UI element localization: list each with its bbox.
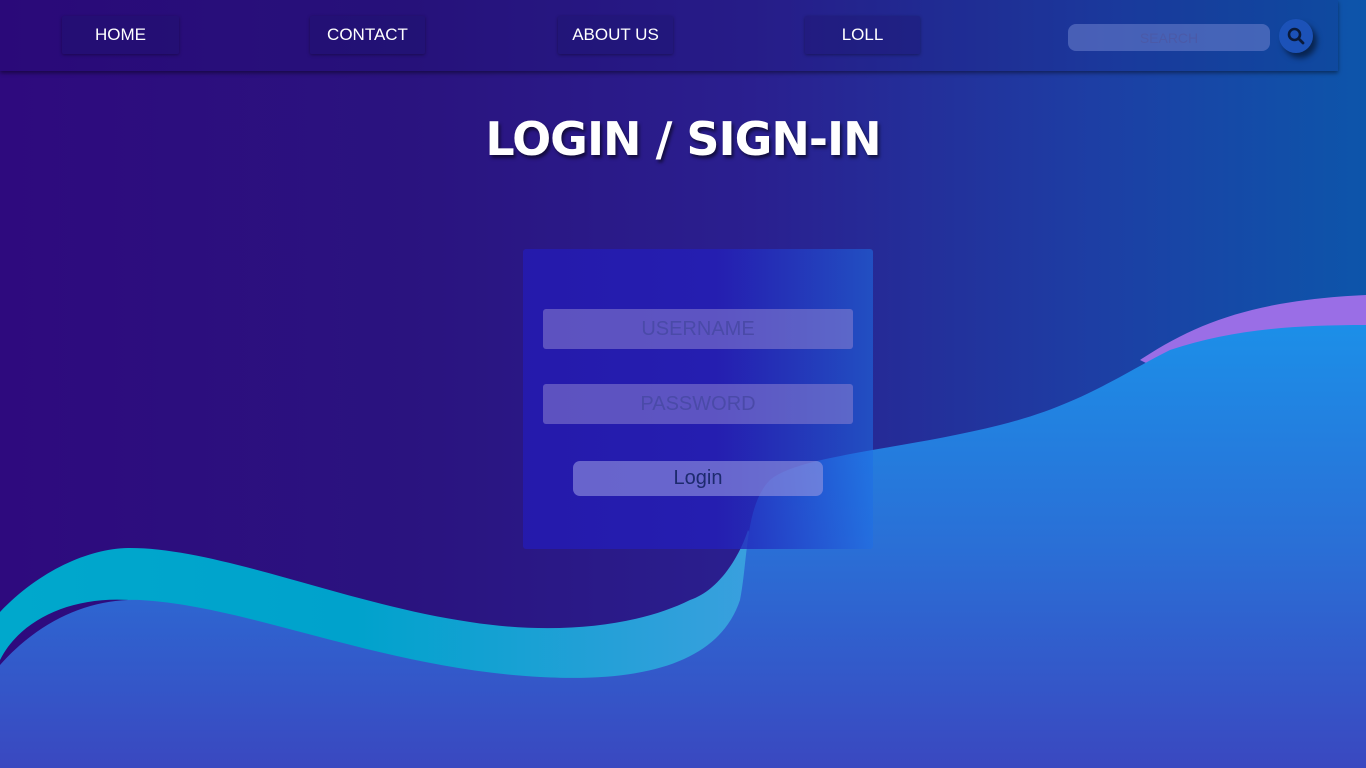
page-title: LOGIN / SIGN-IN xyxy=(485,112,881,166)
search-icon xyxy=(1287,27,1305,45)
username-field[interactable] xyxy=(543,309,853,349)
login-button[interactable]: Login xyxy=(573,461,823,496)
nav-item-contact[interactable]: CONTACT xyxy=(310,16,425,54)
search-input[interactable] xyxy=(1068,24,1270,51)
top-navbar: HOME CONTACT ABOUT US LOLL xyxy=(0,0,1338,71)
nav-item-about-us[interactable]: ABOUT US xyxy=(558,16,673,54)
search-button[interactable] xyxy=(1279,19,1313,53)
password-field[interactable] xyxy=(543,384,853,424)
nav-item-loll[interactable]: LOLL xyxy=(805,16,920,54)
login-card: Login xyxy=(523,249,873,549)
nav-item-home[interactable]: HOME xyxy=(62,16,179,54)
